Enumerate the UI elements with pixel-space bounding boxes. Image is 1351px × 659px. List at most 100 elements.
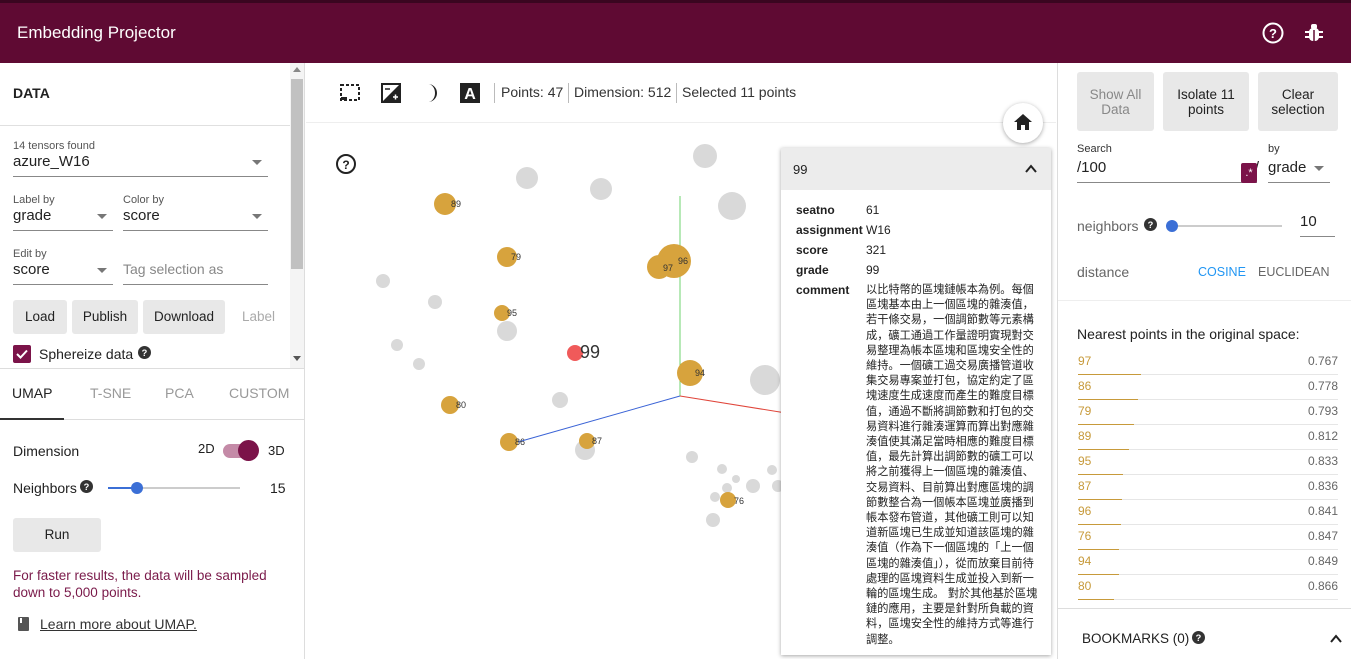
nearest-point-name[interactable]: 89 — [1078, 429, 1091, 443]
label-by-label: Label by — [13, 194, 55, 206]
data-heading: DATA — [13, 85, 50, 101]
scroll-down-icon[interactable] — [293, 356, 301, 361]
nearest-point-name[interactable]: 97 — [1078, 354, 1091, 368]
selection-box-icon[interactable] — [338, 81, 362, 105]
selected-point-label: 99 — [580, 342, 600, 362]
point — [767, 465, 777, 475]
label-by-select[interactable]: grade — [13, 207, 113, 231]
help-icon[interactable]: ? — [80, 480, 93, 493]
right-neighbors-slider-knob[interactable] — [1166, 220, 1178, 232]
tabs-divider — [0, 368, 305, 369]
tag-selection-input[interactable]: Tag selection as — [123, 261, 268, 285]
point-label: 80 — [456, 400, 466, 410]
clear-selection-button[interactable]: Clear selection — [1258, 72, 1338, 131]
regex-toggle[interactable]: .* — [1241, 163, 1257, 183]
projection-area[interactable]: A Points: 47 Dimension: 512 Selected 11 … — [306, 63, 1056, 659]
nearest-point-row[interactable]: 96 0.841 — [1078, 500, 1338, 525]
tensor-select[interactable]: azure_W16 — [13, 153, 268, 177]
left-scrollbar[interactable] — [290, 63, 304, 368]
chevron-up-icon[interactable] — [1330, 634, 1342, 643]
point — [710, 492, 720, 502]
labels-toggle-icon[interactable]: A — [458, 81, 482, 105]
load-button[interactable]: Load — [13, 300, 67, 334]
point — [428, 295, 442, 309]
edit-by-select[interactable]: score — [13, 261, 113, 285]
nearest-point-row[interactable]: 89 0.812 — [1078, 425, 1338, 450]
show-all-data-button[interactable]: Show All Data — [1077, 72, 1154, 131]
comment-key: comment — [796, 283, 850, 297]
reset-home-button[interactable] — [1003, 103, 1043, 143]
scroll-up-icon[interactable] — [293, 67, 301, 72]
nearest-point-distance: 0.836 — [1307, 479, 1338, 493]
nearest-point-name[interactable]: 87 — [1078, 479, 1091, 493]
point — [732, 475, 740, 483]
chevron-down-icon — [97, 214, 107, 219]
nearest-point-name[interactable]: 86 — [1078, 379, 1091, 393]
tab-custom[interactable]: CUSTOM — [229, 385, 289, 401]
neighbors-slider[interactable] — [108, 482, 240, 494]
night-mode-contrast-icon[interactable] — [379, 81, 403, 105]
cosine-button[interactable]: COSINE — [1198, 265, 1246, 279]
neighbors-slider-knob[interactable] — [131, 482, 144, 494]
learn-more-link[interactable]: Learn more about UMAP. — [40, 616, 197, 632]
help-icon[interactable]: ? — [138, 346, 151, 359]
app-title: Embedding Projector — [17, 23, 176, 42]
field-row: grade 99 — [796, 263, 880, 277]
sphereize-checkbox[interactable] — [13, 345, 31, 363]
sampling-note: For faster results, the data will be sam… — [13, 568, 267, 600]
search-by-select[interactable]: grade — [1268, 159, 1330, 183]
publish-button[interactable]: Publish — [72, 300, 138, 334]
nearest-point-distance: 0.778 — [1307, 379, 1338, 393]
point-label: 76 — [734, 496, 744, 506]
nearest-point-name[interactable]: 96 — [1078, 504, 1091, 518]
point — [746, 479, 760, 493]
help-icon[interactable]: ? — [335, 153, 357, 175]
top-bar: Embedding Projector ? — [0, 0, 1351, 63]
run-button[interactable]: Run — [13, 518, 101, 552]
download-button[interactable]: Download — [143, 300, 225, 334]
nearest-point-row[interactable]: 94 0.849 — [1078, 550, 1338, 575]
help-icon[interactable]: ? — [1192, 631, 1205, 644]
chevron-up-icon[interactable] — [1025, 164, 1037, 173]
tab-pca[interactable]: PCA — [165, 385, 194, 401]
metadata-card-header[interactable]: 99 — [781, 148, 1051, 190]
neighbors-number-value: 10 — [1300, 213, 1317, 230]
right-neighbors-slider[interactable] — [1166, 220, 1282, 232]
dim-3d-label: 3D — [268, 443, 285, 458]
nearest-point-row[interactable]: 80 0.866 — [1078, 575, 1338, 600]
nearest-point-row[interactable]: 97 0.767 — [1078, 350, 1338, 375]
bookmarks-title[interactable]: BOOKMARKS (0) — [1082, 631, 1189, 646]
nearest-point-row[interactable]: 86 0.778 — [1078, 375, 1338, 400]
euclidean-button[interactable]: EUCLIDEAN — [1258, 265, 1330, 279]
help-icon[interactable]: ? — [1261, 21, 1285, 45]
nearest-point-name[interactable]: 95 — [1078, 454, 1091, 468]
chevron-down-icon — [1314, 166, 1324, 171]
tab-tsne[interactable]: T-SNE — [90, 385, 131, 401]
right-panel: Show All Data Isolate 11 points Clear se… — [1057, 63, 1351, 659]
help-icon[interactable]: ? — [1144, 218, 1157, 231]
nearest-point-row[interactable]: 76 0.847 — [1078, 525, 1338, 550]
scrollbar-thumb[interactable] — [291, 79, 303, 269]
nearest-point-name[interactable]: 79 — [1078, 404, 1091, 418]
search-input[interactable]: /100 / — [1077, 159, 1259, 183]
nearest-point-row[interactable]: 95 0.833 — [1078, 450, 1338, 475]
color-by-select[interactable]: score — [123, 207, 268, 231]
neighbors-number-input[interactable]: 10 — [1300, 213, 1335, 237]
distance-divider — [1058, 300, 1351, 301]
point-label: 95 — [507, 308, 517, 318]
neighbors-label: Neighbors — [13, 480, 77, 496]
tabs-bottom-line — [64, 419, 305, 420]
nearest-point-row[interactable]: 87 0.836 — [1078, 475, 1338, 500]
bug-icon[interactable] — [1302, 21, 1326, 45]
isolate-points-button[interactable]: Isolate 11 points — [1163, 72, 1249, 131]
nearest-point-row[interactable]: 79 0.793 — [1078, 400, 1338, 425]
distance-bar — [1078, 599, 1115, 600]
dimension-toggle[interactable] — [223, 440, 259, 461]
moon-icon[interactable] — [418, 81, 442, 105]
distance-label: distance — [1077, 264, 1130, 280]
nearest-point-name[interactable]: 80 — [1078, 579, 1091, 593]
tab-umap[interactable]: UMAP — [12, 385, 52, 401]
nearest-point-name[interactable]: 94 — [1078, 554, 1091, 568]
label-button[interactable]: Label — [242, 309, 275, 324]
nearest-point-name[interactable]: 76 — [1078, 529, 1091, 543]
